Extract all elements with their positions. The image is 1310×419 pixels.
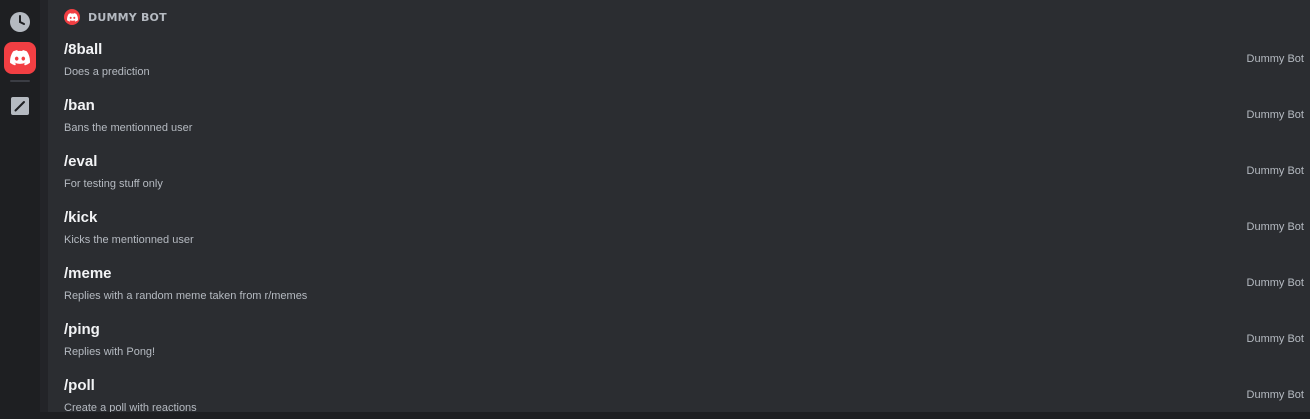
command-description: Replies with Pong! xyxy=(64,346,156,358)
section-header: DUMMY BOT xyxy=(48,0,1310,34)
command-description: Replies with a random meme taken from r/… xyxy=(64,290,308,302)
command-description: Create a poll with reactions xyxy=(64,402,197,412)
command-list: /8ball Does a prediction Dummy Bot /ban … xyxy=(48,34,1310,412)
clock-icon xyxy=(10,12,30,32)
recent-commands-button[interactable] xyxy=(4,6,36,38)
command-source: Dummy Bot xyxy=(1246,165,1304,177)
command-source: Dummy Bot xyxy=(1246,53,1304,65)
command-description: Does a prediction xyxy=(64,66,150,78)
command-name: /8ball xyxy=(64,41,103,58)
bot-avatar xyxy=(64,9,80,25)
command-source: Dummy Bot xyxy=(1246,109,1304,121)
command-picker: DUMMY BOT /8ball Does a prediction Dummy… xyxy=(0,0,1310,419)
command-row[interactable]: /eval For testing stuff only Dummy Bot xyxy=(48,146,1310,202)
command-name: /eval xyxy=(64,153,98,170)
rail-separator xyxy=(10,80,30,82)
command-row[interactable]: /kick Kicks the mentionned user Dummy Bo… xyxy=(48,202,1310,258)
command-source: Dummy Bot xyxy=(1246,333,1304,345)
command-name: /meme xyxy=(64,265,112,282)
bottom-edge xyxy=(0,412,1310,419)
discord-icon xyxy=(66,12,78,22)
command-row[interactable]: /ban Bans the mentionned user Dummy Bot xyxy=(48,90,1310,146)
command-description: Bans the mentionned user xyxy=(64,122,193,134)
command-description: For testing stuff only xyxy=(64,178,163,190)
command-row[interactable]: /poll Create a poll with reactions Dummy… xyxy=(48,370,1310,412)
command-source: Dummy Bot xyxy=(1246,221,1304,233)
command-row[interactable]: /meme Replies with a random meme taken f… xyxy=(48,258,1310,314)
command-source: Dummy Bot xyxy=(1246,277,1304,289)
section-title: DUMMY BOT xyxy=(88,10,167,24)
command-description: Kicks the mentionned user xyxy=(64,234,194,246)
command-name: /poll xyxy=(64,377,95,394)
command-source: Dummy Bot xyxy=(1246,389,1304,401)
command-row[interactable]: /ping Replies with Pong! Dummy Bot xyxy=(48,314,1310,370)
edit-button[interactable] xyxy=(4,90,36,122)
dummy-bot-app-button[interactable] xyxy=(4,42,36,74)
command-name: /ban xyxy=(64,97,95,114)
command-list-panel: DUMMY BOT /8ball Does a prediction Dummy… xyxy=(48,0,1310,412)
command-name: /kick xyxy=(64,209,98,226)
app-rail xyxy=(0,0,40,419)
discord-icon xyxy=(10,50,30,66)
gutter xyxy=(40,0,48,419)
command-name: /ping xyxy=(64,321,100,338)
command-row[interactable]: /8ball Does a prediction Dummy Bot xyxy=(48,34,1310,90)
edit-icon xyxy=(11,97,29,115)
